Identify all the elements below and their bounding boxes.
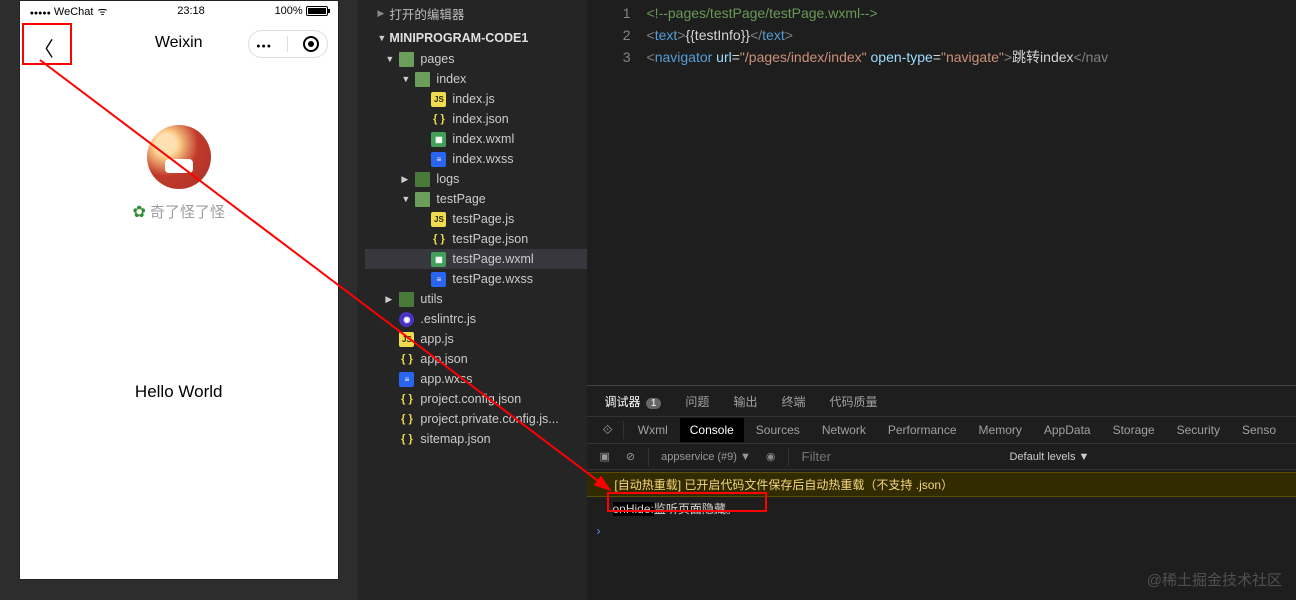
battery: 100%	[275, 5, 328, 17]
devtab-console[interactable]: Console	[680, 418, 744, 442]
tab-terminal[interactable]: 终端	[777, 387, 809, 416]
file-testpage-js[interactable]: JStestPage.js	[365, 209, 586, 229]
devtab-network[interactable]: Network	[812, 418, 876, 442]
tab-output[interactable]: 输出	[729, 387, 761, 416]
capsule-menu[interactable]	[248, 30, 328, 58]
wifi-icon: ᯤ	[97, 6, 107, 18]
line-gutter: 123	[587, 2, 647, 385]
file-project-private[interactable]: { }project.private.config.js...	[365, 409, 586, 429]
log-warn-row: ▲ [自动热重载] 已开启代码文件保存后自动热重载（不支持 .json）	[587, 472, 1296, 497]
devtab-storage[interactable]: Storage	[1103, 418, 1165, 442]
file-sitemap[interactable]: { }sitemap.json	[365, 429, 586, 449]
devtab-wxml[interactable]: Wxml	[628, 418, 678, 442]
eslint-icon: ◉	[399, 312, 414, 327]
folder-icon	[415, 192, 430, 207]
capsule-more-icon[interactable]	[256, 35, 272, 53]
project-root[interactable]: ▼MINIPROGRAM-CODE1	[357, 27, 586, 49]
log-levels-select[interactable]: Default levels ▼	[1003, 451, 1095, 463]
file-app-js[interactable]: JSapp.js	[365, 329, 586, 349]
file-eslintrc[interactable]: ◉.eslintrc.js	[365, 309, 586, 329]
username-text: 奇了怪了怪	[150, 201, 225, 222]
watermark: @稀土掘金技术社区	[1147, 569, 1282, 590]
file-testpage-wxml[interactable]: ▦testPage.wxml	[365, 249, 586, 269]
phone-status-bar: WeChatᯤ 23:18 100%	[20, 1, 338, 21]
warning-icon: ▲	[597, 476, 609, 490]
hello-world-text: Hello World	[20, 382, 338, 402]
file-testpage-json[interactable]: { }testPage.json	[365, 229, 586, 249]
devtab-memory[interactable]: Memory	[969, 418, 1032, 442]
folder-index[interactable]: ▼index	[365, 69, 586, 89]
clover-icon: ✿	[132, 202, 145, 222]
devtab-appdata[interactable]: AppData	[1034, 418, 1101, 442]
inspect-icon[interactable]: ⟐	[597, 422, 619, 438]
json-icon: { }	[399, 392, 414, 407]
console-filter-input[interactable]	[797, 447, 997, 466]
file-index-wxml[interactable]: ▦index.wxml	[365, 129, 586, 149]
folder-icon	[399, 292, 414, 307]
devtab-security[interactable]: Security	[1167, 418, 1230, 442]
back-button[interactable]: 〈	[34, 33, 54, 62]
console-prompt[interactable]: ›	[587, 520, 1296, 542]
signal: WeChatᯤ	[30, 4, 108, 19]
folder-icon	[415, 72, 430, 87]
clear-console-icon[interactable]: ⊘	[621, 450, 640, 463]
file-explorer[interactable]: ▶打开的编辑器 ▼MINIPROGRAM-CODE1 ▼pages ▼index…	[357, 0, 586, 600]
tab-quality[interactable]: 代码质量	[825, 387, 881, 416]
json-icon: { }	[399, 352, 414, 367]
phone-frame: WeChatᯤ 23:18 100% 〈 Weixin ✿ 奇了怪了怪	[19, 0, 339, 580]
devtab-sources[interactable]: Sources	[746, 418, 810, 442]
code-editor[interactable]: 123 <!--pages/testPage/testPage.wxml--> …	[587, 0, 1296, 385]
devtab-sensor[interactable]: Senso	[1232, 418, 1286, 442]
nav-title: Weixin	[155, 34, 203, 52]
file-app-json[interactable]: { }app.json	[365, 349, 586, 369]
profile-block: ✿ 奇了怪了怪	[20, 125, 338, 222]
wxml-icon: ▦	[431, 132, 446, 147]
live-expression-icon[interactable]: ◉	[761, 450, 781, 463]
js-icon: JS	[431, 92, 446, 107]
status-time: 23:18	[177, 5, 205, 17]
wxml-icon: ▦	[431, 252, 446, 267]
file-index-json[interactable]: { }index.json	[365, 109, 586, 129]
json-icon: { }	[399, 412, 414, 427]
devtab-performance[interactable]: Performance	[878, 418, 967, 442]
username-line: ✿ 奇了怪了怪	[132, 201, 224, 222]
json-icon: { }	[431, 232, 446, 247]
debug-top-tabs: 调试器 1 问题 输出 终端 代码质量	[587, 386, 1296, 416]
folder-utils[interactable]: ▶utils	[365, 289, 586, 309]
context-selector[interactable]: appservice (#9) ▼	[657, 449, 755, 465]
wxss-icon: ≡	[431, 152, 446, 167]
capsule-close-icon[interactable]	[303, 36, 319, 52]
tab-problems[interactable]: 问题	[681, 387, 713, 416]
json-icon: { }	[399, 432, 414, 447]
open-editors-section[interactable]: ▶打开的编辑器	[357, 0, 586, 27]
phone-nav-bar: 〈 Weixin	[20, 21, 338, 65]
log-warn-text: [自动热重载] 已开启代码文件保存后自动热重载（不支持 .json）	[614, 476, 953, 493]
folder-icon	[415, 172, 430, 187]
avatar	[147, 125, 211, 189]
devtools-tabs: ⟐ Wxml Console Sources Network Performan…	[587, 416, 1296, 444]
file-project-config[interactable]: { }project.config.json	[365, 389, 586, 409]
folder-pages[interactable]: ▼pages	[365, 49, 586, 69]
console-toolbar: ▣ ⊘ appservice (#9) ▼ ◉ Default levels ▼	[587, 444, 1296, 470]
json-icon: { }	[431, 112, 446, 127]
folder-logs[interactable]: ▶logs	[365, 169, 586, 189]
wxss-icon: ≡	[399, 372, 414, 387]
log-info-row: onHide:监听页面隐藏。	[587, 497, 1296, 520]
js-icon: JS	[399, 332, 414, 347]
debug-panel: 调试器 1 问题 输出 终端 代码质量 ⟐ Wxml Console Sourc…	[587, 385, 1296, 600]
js-icon: JS	[431, 212, 446, 227]
file-index-js[interactable]: JSindex.js	[365, 89, 586, 109]
folder-icon	[399, 52, 414, 67]
simulator-pane: WeChatᯤ 23:18 100% 〈 Weixin ✿ 奇了怪了怪	[0, 0, 357, 600]
file-app-wxss[interactable]: ≡app.wxss	[365, 369, 586, 389]
toggle-sidebar-icon[interactable]: ▣	[595, 450, 615, 463]
folder-testpage[interactable]: ▼testPage	[365, 189, 586, 209]
tab-debugger[interactable]: 调试器 1	[601, 387, 666, 416]
code-content[interactable]: <!--pages/testPage/testPage.wxml--> <tex…	[647, 2, 1296, 385]
wxss-icon: ≡	[431, 272, 446, 287]
file-testpage-wxss[interactable]: ≡testPage.wxss	[365, 269, 586, 289]
file-index-wxss[interactable]: ≡index.wxss	[365, 149, 586, 169]
